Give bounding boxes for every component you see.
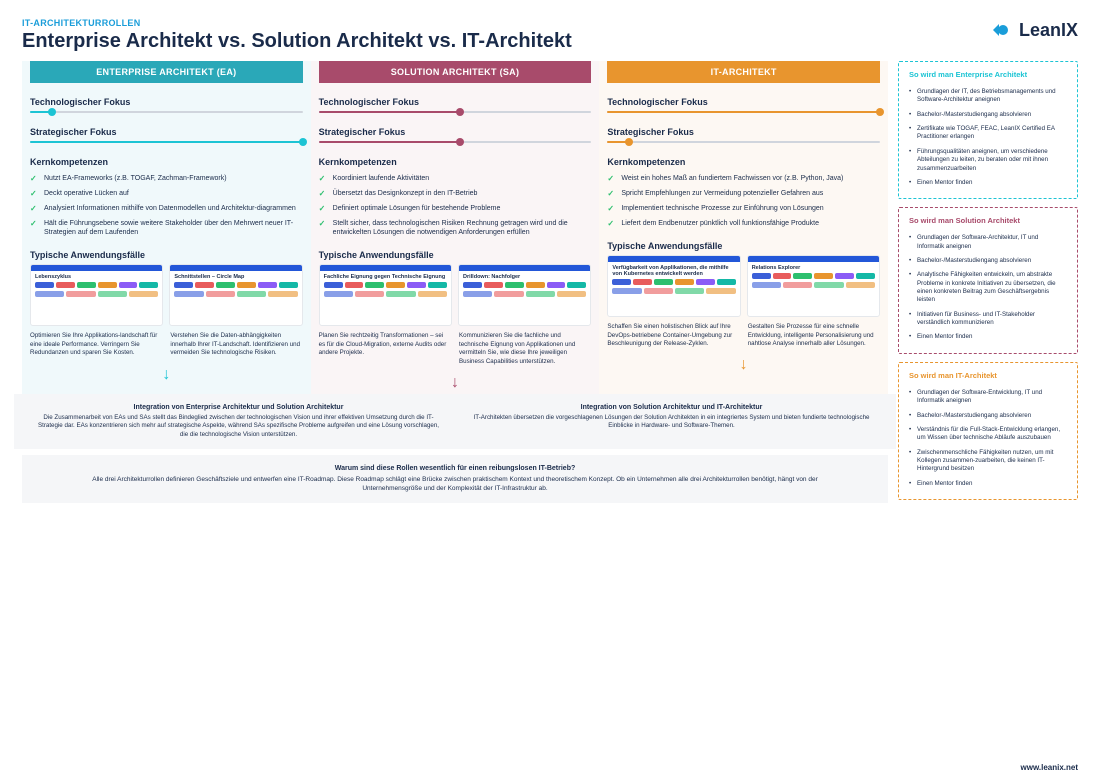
column-header: IT-ARCHITEKT xyxy=(607,61,880,83)
usecases-title: Typische Anwendungsfälle xyxy=(607,241,880,251)
usecase-desc: Schaffen Sie einen holistischen Blick au… xyxy=(607,323,739,348)
sidebox-title: So wird man IT-Architekt xyxy=(909,371,1067,380)
sidebox-list: Grundlagen der Software-Entwicklung, IT … xyxy=(909,386,1067,491)
usecases-title: Typische Anwendungsfälle xyxy=(319,250,592,260)
competency-item: Nutzt EA-Frameworks (z.B. TOGAF, Zachman… xyxy=(30,171,303,186)
sidebox-item: Initiativen für Business- und IT-Stakeho… xyxy=(909,308,1067,331)
competencies-list: Koordiniert laufende AktivitätenÜbersetz… xyxy=(319,171,592,240)
arrow-down-icon: ↓ xyxy=(30,366,303,384)
strat-slider xyxy=(319,141,592,143)
tech-slider xyxy=(30,111,303,113)
usecase-desc: Verstehen Sie die Daten-abhängigkeiten i… xyxy=(170,332,302,357)
summary-text: Alle drei Architekturrollen definieren G… xyxy=(82,475,828,493)
competency-item: Koordiniert laufende Aktivitäten xyxy=(319,171,592,186)
strat-slider xyxy=(607,141,880,143)
competencies-title: Kernkompetenzen xyxy=(30,157,303,167)
integration-box: Integration von Solution Architektur und… xyxy=(447,394,896,449)
usecase-card: Lebenszyklus xyxy=(30,264,163,326)
integration-text: IT-Architekten übersetzen die vorgeschla… xyxy=(467,414,876,431)
integration-title: Integration von Solution Architektur und… xyxy=(467,404,876,411)
strat-focus-label: Strategischer Fokus xyxy=(319,127,592,137)
usecase-card: Relations Explorer xyxy=(747,255,880,317)
usecase-desc: Gestalten Sie Prozesse für eine schnelle… xyxy=(748,323,880,348)
usecase-desc: Planen Sie rechtzeitig Transformationen … xyxy=(319,332,451,365)
competency-item: Stellt sicher, dass technologischen Risi… xyxy=(319,216,592,240)
kicker: IT-ARCHITEKTURROLLEN xyxy=(22,18,572,28)
competency-item: Hält die Führungsebene sowie weitere Sta… xyxy=(30,216,303,240)
competency-item: Liefert dem Endbenutzer pünktlich voll f… xyxy=(607,216,880,231)
summary-box: Warum sind diese Rollen wesentlich für e… xyxy=(22,455,888,503)
competencies-title: Kernkompetenzen xyxy=(607,157,880,167)
tech-focus-label: Technologischer Fokus xyxy=(30,97,303,107)
strat-focus-label: Strategischer Fokus xyxy=(607,127,880,137)
footer-url: www.leanix.net xyxy=(1021,763,1079,772)
competencies-list: Weist ein hohes Maß an fundiertem Fachwi… xyxy=(607,171,880,231)
integration-text: Die Zusammenarbeit von EAs und SAs stell… xyxy=(34,414,443,439)
usecase-desc: Kommunizieren Sie die fachliche und tech… xyxy=(459,332,591,365)
column-header: ENTERPRISE ARCHITEKT (EA) xyxy=(30,61,303,83)
sidebox-list: Grundlagen der IT, des Betriebsmanagemen… xyxy=(909,85,1067,190)
sidebox-list: Grundlagen der Software-Architektur, IT … xyxy=(909,231,1067,345)
column-ea: ENTERPRISE ARCHITEKT (EA) Technologische… xyxy=(22,61,311,394)
sidebox-item: Bachelor-/Masterstudiengang absolvieren xyxy=(909,254,1067,268)
competency-item: Weist ein hohes Maß an fundiertem Fachwi… xyxy=(607,171,880,186)
usecase-card: Verfügbarkeit von Applikationen, die mit… xyxy=(607,255,740,317)
sidebox-item: Zwischenmenschliche Fähigkeiten nutzen, … xyxy=(909,446,1067,477)
strat-focus-label: Strategischer Fokus xyxy=(30,127,303,137)
usecases-title: Typische Anwendungsfälle xyxy=(30,250,303,260)
sidebox-item: Analytische Fähigkeiten entwickeln, um a… xyxy=(909,268,1067,307)
column-it: IT-ARCHITEKT Technologischer Fokus Strat… xyxy=(599,61,888,394)
competency-item: Spricht Empfehlungen zur Vermeidung pote… xyxy=(607,186,880,201)
arrow-down-icon: ↓ xyxy=(319,374,592,392)
usecase-card: Fachliche Eignung gegen Technische Eignu… xyxy=(319,264,452,326)
sidebox-item: Zertifikate wie TOGAF, FEAC, LeanIX Cert… xyxy=(909,122,1067,145)
sidebox-item: Bachelor-/Masterstudiengang absolvieren xyxy=(909,108,1067,122)
logo: LeanIX xyxy=(989,18,1078,42)
competencies-title: Kernkompetenzen xyxy=(319,157,592,167)
sidebox-item: Grundlagen der IT, des Betriebsmanagemen… xyxy=(909,85,1067,108)
logo-text: LeanIX xyxy=(1019,20,1078,41)
usecase-desc: Optimieren Sie Ihre Applikations-landsch… xyxy=(30,332,162,357)
arrow-down-icon: ↓ xyxy=(607,356,880,374)
competency-item: Implementiert technische Prozesse zur Ei… xyxy=(607,201,880,216)
usecase-card: Schnittstellen – Circle Map xyxy=(169,264,302,326)
competency-item: Übersetzt das Designkonzept in den IT-Be… xyxy=(319,186,592,201)
column-sa: SOLUTION ARCHITEKT (SA) Technologischer … xyxy=(311,61,600,394)
sidebox-item: Verständnis für die Full-Stack-Entwicklu… xyxy=(909,423,1067,446)
usecase-card: Drilldown: Nachfolger xyxy=(458,264,591,326)
sidebox-item: Bachelor-/Masterstudiengang absolvieren xyxy=(909,409,1067,423)
competency-item: Deckt operative Lücken auf xyxy=(30,186,303,201)
logo-icon xyxy=(989,18,1013,42)
sidebox-item: Führungsqualitäten aneignen, um verschie… xyxy=(909,145,1067,176)
sidebox-item: Einen Mentor finden xyxy=(909,176,1067,190)
competency-item: Analysiert Informationen mithilfe von Da… xyxy=(30,201,303,216)
integration-title: Integration von Enterprise Architektur u… xyxy=(34,404,443,411)
summary-title: Warum sind diese Rollen wesentlich für e… xyxy=(82,465,828,472)
integration-box: Integration von Enterprise Architektur u… xyxy=(14,394,463,449)
tech-slider xyxy=(319,111,592,113)
tech-focus-label: Technologischer Fokus xyxy=(319,97,592,107)
sidebox: So wird man Enterprise Architekt Grundlag… xyxy=(898,61,1078,199)
strat-slider xyxy=(30,141,303,143)
sidebox-title: So wird man Enterprise Architekt xyxy=(909,70,1067,79)
sidebox-item: Grundlagen der Software-Entwicklung, IT … xyxy=(909,386,1067,409)
page-title: Enterprise Architekt vs. Solution Archit… xyxy=(22,30,572,53)
sidebox-item: Einen Mentor finden xyxy=(909,477,1067,491)
competencies-list: Nutzt EA-Frameworks (z.B. TOGAF, Zachman… xyxy=(30,171,303,240)
competency-item: Definiert optimale Lösungen für bestehen… xyxy=(319,201,592,216)
tech-focus-label: Technologischer Fokus xyxy=(607,97,880,107)
sidebox-item: Grundlagen der Software-Architektur, IT … xyxy=(909,231,1067,254)
tech-slider xyxy=(607,111,880,113)
sidebox-item: Einen Mentor finden xyxy=(909,330,1067,344)
column-header: SOLUTION ARCHITEKT (SA) xyxy=(319,61,592,83)
sidebox: So wird man IT-Architekt Grundlagen der S… xyxy=(898,362,1078,500)
sidebox: So wird man Solution Architekt Grundlagen… xyxy=(898,207,1078,354)
sidebox-title: So wird man Solution Architekt xyxy=(909,216,1067,225)
